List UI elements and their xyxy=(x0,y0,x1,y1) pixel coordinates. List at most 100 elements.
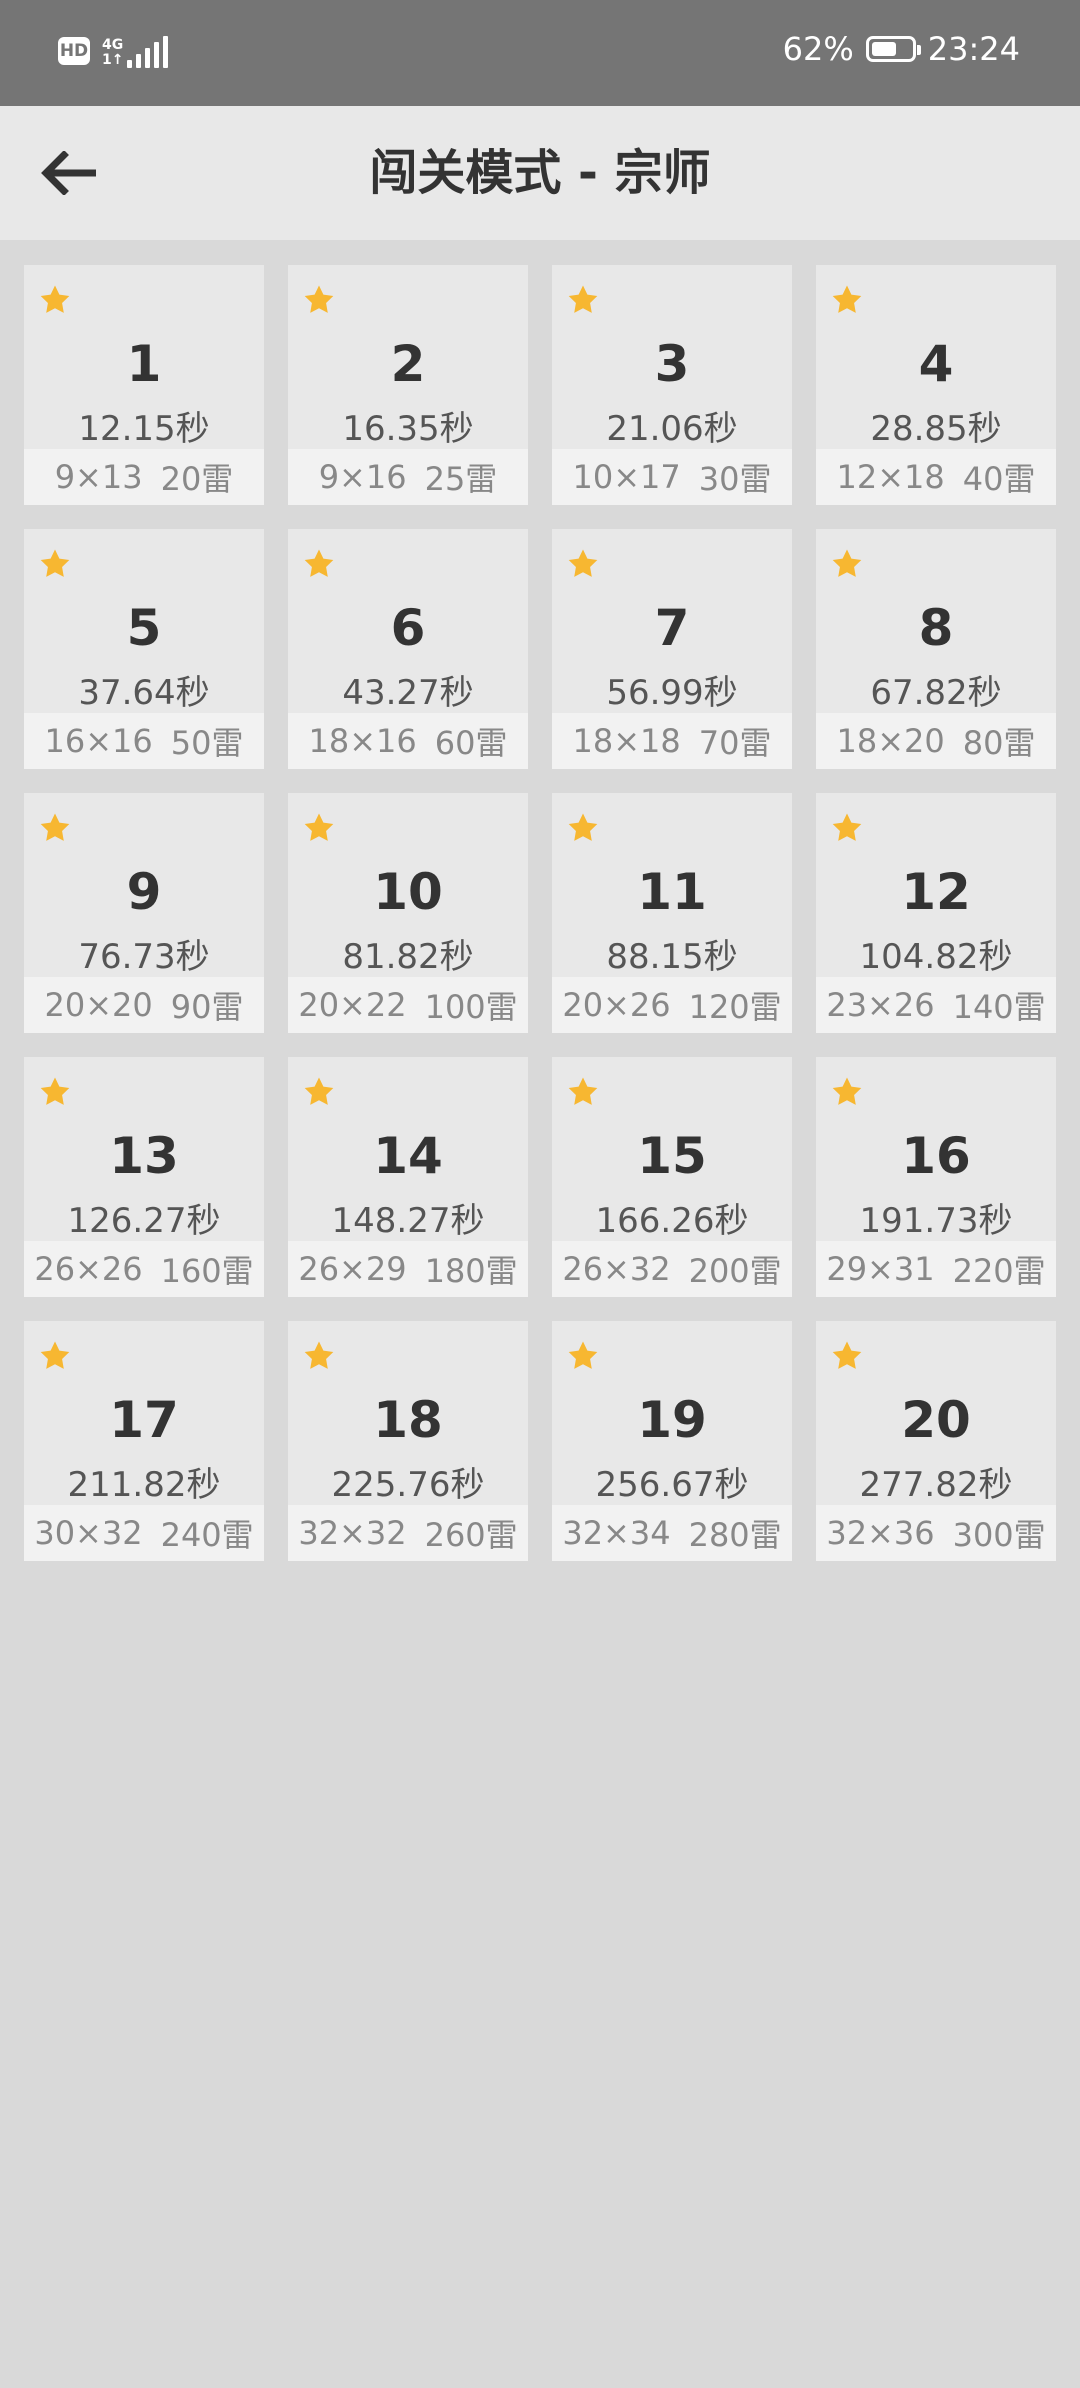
level-info: 18×16 60雷 xyxy=(288,713,528,769)
level-number: 17 xyxy=(109,1391,179,1449)
level-info: 18×20 80雷 xyxy=(816,713,1056,769)
level-info: 26×26 160雷 xyxy=(24,1241,264,1297)
level-card[interactable]: 7 56.99秒 18×18 70雷 xyxy=(552,529,792,769)
level-number: 6 xyxy=(390,599,426,657)
best-time: 43.27秒 xyxy=(342,673,474,713)
star-icon xyxy=(304,813,334,841)
level-info: 9×16 25雷 xyxy=(288,449,528,505)
mine-count: 220雷 xyxy=(952,1252,1046,1290)
board-size: 30×32 xyxy=(34,1514,143,1552)
level-info: 32×36 300雷 xyxy=(816,1505,1056,1561)
level-card[interactable]: 15 166.26秒 26×32 200雷 xyxy=(552,1057,792,1297)
level-info: 23×26 140雷 xyxy=(816,977,1056,1033)
mine-count: 40雷 xyxy=(962,460,1036,498)
level-card[interactable]: 14 148.27秒 26×29 180雷 xyxy=(288,1057,528,1297)
best-time: 277.82秒 xyxy=(859,1465,1013,1505)
level-card[interactable]: 5 37.64秒 16×16 50雷 xyxy=(24,529,264,769)
board-size: 16×16 xyxy=(44,722,153,760)
level-card[interactable]: 1 12.15秒 9×13 20雷 xyxy=(24,265,264,505)
level-card[interactable]: 4 28.85秒 12×18 40雷 xyxy=(816,265,1056,505)
level-number: 9 xyxy=(126,863,162,921)
level-card[interactable]: 20 277.82秒 32×36 300雷 xyxy=(816,1321,1056,1561)
level-card[interactable]: 10 81.82秒 20×22 100雷 xyxy=(288,793,528,1033)
level-card[interactable]: 8 67.82秒 18×20 80雷 xyxy=(816,529,1056,769)
level-card[interactable]: 11 88.15秒 20×26 120雷 xyxy=(552,793,792,1033)
star-icon xyxy=(832,1077,862,1105)
level-number: 12 xyxy=(901,863,971,921)
star-icon xyxy=(568,549,598,577)
star-icon xyxy=(568,813,598,841)
page-title: 闯关模式 - 宗师 xyxy=(369,145,711,201)
level-info: 29×31 220雷 xyxy=(816,1241,1056,1297)
mine-count: 25雷 xyxy=(424,460,498,498)
board-size: 20×20 xyxy=(44,986,153,1024)
level-card[interactable]: 13 126.27秒 26×26 160雷 xyxy=(24,1057,264,1297)
best-time: 67.82秒 xyxy=(870,673,1002,713)
level-info: 26×29 180雷 xyxy=(288,1241,528,1297)
level-grid: 1 12.15秒 9×13 20雷 2 16.35秒 9×16 25雷 3 21.06秒 10×17… xyxy=(24,265,1056,1561)
board-size: 26×32 xyxy=(562,1250,671,1288)
app-bar: 闯关模式 - 宗师 xyxy=(0,106,1080,240)
network-indicator: 4G 1↑ xyxy=(102,34,169,68)
level-info: 9×13 20雷 xyxy=(24,449,264,505)
board-size: 32×36 xyxy=(826,1514,935,1552)
level-number: 19 xyxy=(637,1391,707,1449)
board-size: 20×22 xyxy=(298,986,407,1024)
mine-count: 120雷 xyxy=(688,988,782,1026)
signal-icon xyxy=(127,36,169,68)
battery-fill xyxy=(871,42,896,56)
level-card[interactable]: 6 43.27秒 18×16 60雷 xyxy=(288,529,528,769)
board-size: 32×34 xyxy=(562,1514,671,1552)
level-info: 32×34 280雷 xyxy=(552,1505,792,1561)
board-size: 9×13 xyxy=(54,458,143,496)
level-card[interactable]: 9 76.73秒 20×20 90雷 xyxy=(24,793,264,1033)
mine-count: 200雷 xyxy=(688,1252,782,1290)
board-size: 18×18 xyxy=(572,722,681,760)
best-time: 104.82秒 xyxy=(859,937,1013,977)
level-card[interactable]: 19 256.67秒 32×34 280雷 xyxy=(552,1321,792,1561)
mine-count: 300雷 xyxy=(952,1516,1046,1554)
status-right: 62% 23:24 xyxy=(783,30,1020,68)
mine-count: 50雷 xyxy=(170,724,244,762)
board-size: 29×31 xyxy=(826,1250,935,1288)
battery-percent: 62% xyxy=(782,30,854,68)
level-info: 20×22 100雷 xyxy=(288,977,528,1033)
board-size: 12×18 xyxy=(836,458,945,496)
best-time: 256.67秒 xyxy=(595,1465,749,1505)
level-number: 20 xyxy=(901,1391,971,1449)
mine-count: 140雷 xyxy=(952,988,1046,1026)
level-card[interactable]: 16 191.73秒 29×31 220雷 xyxy=(816,1057,1056,1297)
best-time: 16.35秒 xyxy=(342,409,474,449)
level-card[interactable]: 17 211.82秒 30×32 240雷 xyxy=(24,1321,264,1561)
level-card[interactable]: 2 16.35秒 9×16 25雷 xyxy=(288,265,528,505)
level-number: 1 xyxy=(126,335,162,393)
status-left: HD 4G 1↑ xyxy=(58,34,169,68)
board-size: 20×26 xyxy=(562,986,671,1024)
star-icon xyxy=(832,1341,862,1369)
board-size: 9×16 xyxy=(318,458,407,496)
best-time: 56.99秒 xyxy=(606,673,738,713)
level-number: 4 xyxy=(918,335,954,393)
level-number: 7 xyxy=(654,599,690,657)
best-time: 12.15秒 xyxy=(78,409,210,449)
mine-count: 100雷 xyxy=(424,988,518,1026)
board-size: 18×16 xyxy=(308,722,417,760)
board-size: 18×20 xyxy=(836,722,945,760)
mine-count: 70雷 xyxy=(698,724,772,762)
best-time: 81.82秒 xyxy=(342,937,474,977)
level-info: 12×18 40雷 xyxy=(816,449,1056,505)
level-card[interactable]: 18 225.76秒 32×32 260雷 xyxy=(288,1321,528,1561)
star-icon xyxy=(832,285,862,313)
mine-count: 80雷 xyxy=(962,724,1036,762)
level-number: 14 xyxy=(373,1127,443,1185)
board-size: 32×32 xyxy=(298,1514,407,1552)
best-time: 211.82秒 xyxy=(67,1465,221,1505)
battery-icon xyxy=(865,36,921,62)
star-icon xyxy=(568,1341,598,1369)
star-icon xyxy=(568,285,598,313)
level-card[interactable]: 12 104.82秒 23×26 140雷 xyxy=(816,793,1056,1033)
best-time: 191.73秒 xyxy=(859,1201,1013,1241)
level-card[interactable]: 3 21.06秒 10×17 30雷 xyxy=(552,265,792,505)
back-button[interactable] xyxy=(30,140,110,206)
level-number: 13 xyxy=(109,1127,179,1185)
